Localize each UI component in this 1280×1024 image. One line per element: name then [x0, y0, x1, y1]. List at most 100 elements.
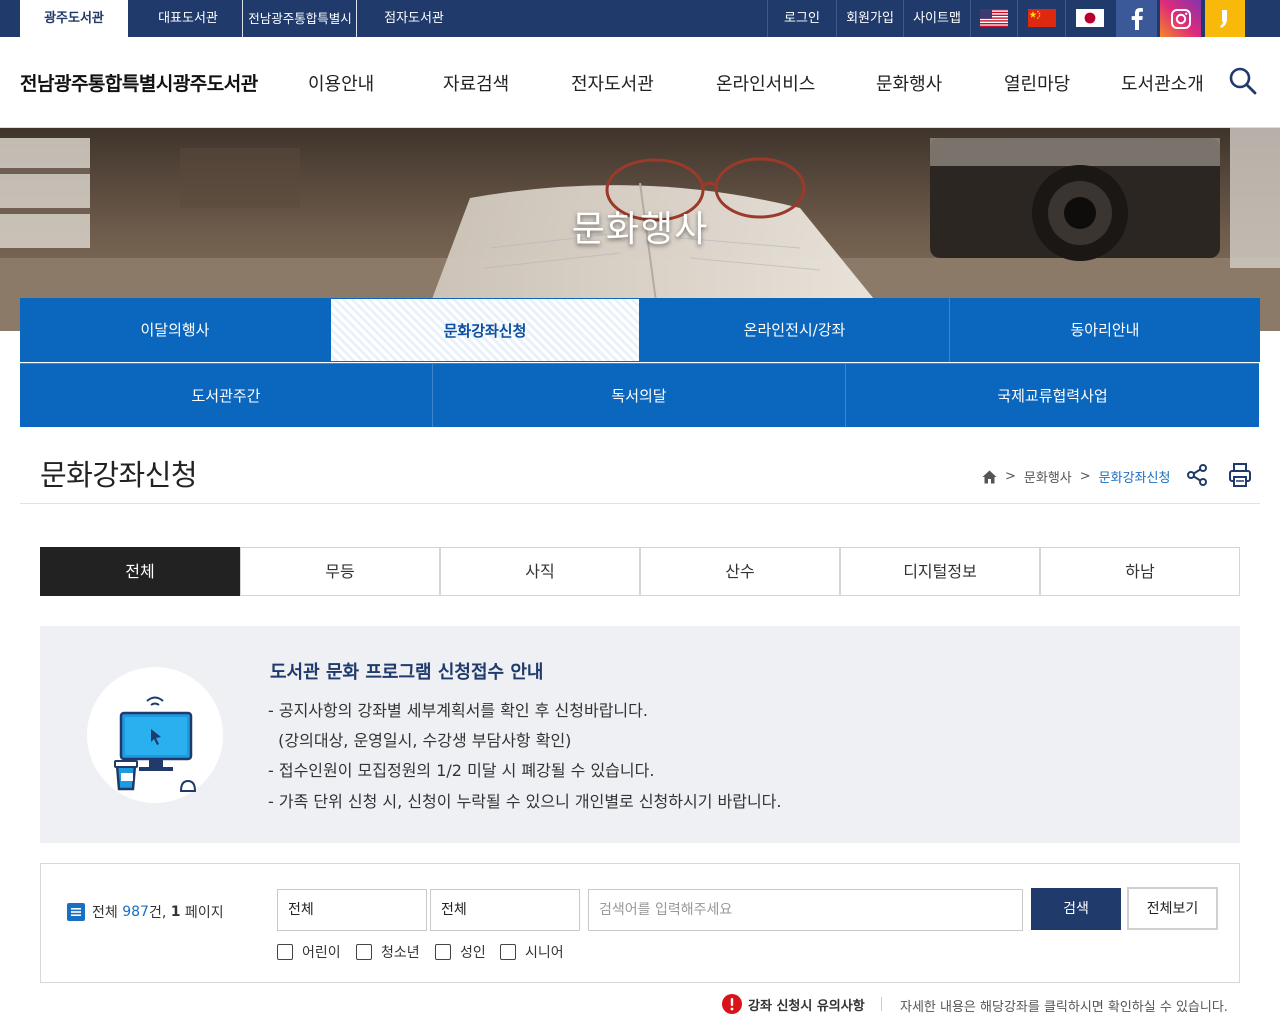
gnb-item-about-library[interactable]: 도서관소개: [1121, 70, 1204, 96]
divider: [1065, 0, 1066, 37]
banner-title: 문화행사: [571, 209, 709, 250]
page-title: 문화강좌신청: [40, 458, 198, 492]
warning-icon: [722, 994, 742, 1014]
sitemap-link[interactable]: 사이트맵: [904, 0, 970, 37]
gnb-item-culture-events[interactable]: 문화행사: [876, 70, 942, 96]
checkbox-children[interactable]: 어린이: [277, 942, 341, 962]
divider: [242, 0, 243, 37]
checkbox-senior[interactable]: 시니어: [500, 942, 564, 962]
instagram-link[interactable]: [1160, 0, 1201, 37]
instagram-icon: [1170, 8, 1191, 29]
notice-line: - 접수인원이 모집정원의 1/2 미달 시 폐강될 수 있습니다.: [268, 761, 655, 780]
checkbox-box[interactable]: [356, 944, 372, 960]
submenu-culture-lecture-apply[interactable]: 문화강좌신청: [330, 298, 640, 362]
gnb-item-usage[interactable]: 이용안내: [308, 70, 374, 96]
top-bar: 광주도서관 대표도서관 전남광주통합특별시 점자도서관 로그인 회원가입 사이트…: [0, 0, 1280, 37]
notice-line: - 가족 단위 신청 시, 신청이 누락될 수 있으니 개인별로 신청하시기 바…: [268, 792, 782, 811]
checkbox-label: 청소년: [381, 945, 420, 961]
checkbox-box[interactable]: [277, 944, 293, 960]
submenu-club-info[interactable]: 동아리안내: [950, 298, 1260, 362]
facebook-icon: [1131, 7, 1143, 30]
library-tab-braille[interactable]: 점자도서관: [358, 0, 470, 37]
checkbox-adult[interactable]: 성인: [435, 942, 486, 962]
notice-line: (강의대상, 운영일시, 수강생 부담사항 확인): [268, 731, 572, 750]
page-number: 1: [170, 904, 181, 920]
notice-line: - 공지사항의 강좌별 세부계획서를 확인 후 신청바랍니다.: [268, 701, 648, 720]
tab-digital-info[interactable]: 디지털정보: [840, 547, 1040, 596]
caution-notice: 강좌 신청시 유의사항: [722, 994, 882, 1014]
library-tab-gwangju[interactable]: 광주도서관: [20, 0, 128, 37]
breadcrumb-separator: >: [1079, 469, 1091, 484]
caution-description: 자세한 내용은 해당강좌를 클릭하시면 확인하실 수 있습니다.: [900, 1000, 1228, 1015]
facebook-link[interactable]: [1116, 0, 1157, 37]
checkbox-box[interactable]: [500, 944, 516, 960]
checkbox-label: 어린이: [302, 945, 341, 961]
language-japanese-button[interactable]: [1067, 5, 1113, 31]
view-all-button[interactable]: 전체보기: [1127, 887, 1218, 930]
search-button[interactable]: [1228, 66, 1258, 96]
printer-icon: [1229, 463, 1251, 487]
divider: [20, 503, 1260, 504]
kakao-story-link[interactable]: [1205, 0, 1245, 37]
notice-box: 도서관 문화 프로그램 신청접수 안내 - 공지사항의 강좌별 세부계획서를 확…: [40, 626, 1240, 843]
library-tab-integrated[interactable]: 전남광주통합특별시: [244, 0, 356, 37]
submenu-online-exhibition[interactable]: 온라인전시/강좌: [640, 298, 950, 362]
notice-illustration: [87, 667, 223, 803]
share-button[interactable]: [1185, 463, 1209, 487]
tab-mudeung[interactable]: 무등: [240, 547, 440, 596]
checkbox-label: 시니어: [525, 945, 564, 961]
breadcrumb-separator: >: [1005, 469, 1016, 484]
kakao-story-icon: [1220, 9, 1227, 28]
gnb-item-online-service[interactable]: 온라인서비스: [716, 70, 815, 96]
checkbox-youth[interactable]: 청소년: [356, 942, 420, 962]
page-label: 페이지: [180, 905, 224, 921]
field-select[interactable]: 전체: [430, 889, 580, 931]
us-flag-icon: [980, 9, 1008, 27]
submenu-library-week[interactable]: 도서관주간: [20, 363, 433, 427]
breadcrumb-item[interactable]: 문화행사: [1024, 467, 1072, 486]
result-count: 전체 987 건, 1 페이지: [67, 902, 224, 922]
language-english-button[interactable]: [972, 5, 1016, 31]
tab-sajik[interactable]: 사직: [440, 547, 640, 596]
language-chinese-button[interactable]: [1019, 5, 1065, 31]
login-link[interactable]: 로그인: [768, 0, 836, 37]
count-unit: 건,: [148, 905, 171, 921]
tab-sansu[interactable]: 산수: [640, 547, 840, 596]
count-label: 전체: [92, 905, 123, 921]
checkbox-label: 성인: [460, 945, 486, 961]
search-submit-button[interactable]: 검색: [1031, 888, 1121, 930]
gnb-item-open-forum[interactable]: 열린마당: [1004, 70, 1070, 96]
list-icon: [67, 903, 85, 921]
site-header: 전남광주통합특별시광주도서관 이용안내 자료검색 전자도서관 온라인서비스 문화…: [0, 37, 1280, 128]
count-value: 987: [122, 904, 149, 920]
library-tab-main[interactable]: 대표도서관: [134, 0, 242, 37]
signup-link[interactable]: 회원가입: [837, 0, 903, 37]
notice-title: 도서관 문화 프로그램 신청접수 안내: [270, 662, 544, 683]
divider: [356, 0, 357, 37]
tab-hanam[interactable]: 하남: [1040, 547, 1240, 596]
site-logo[interactable]: 전남광주통합특별시광주도서관: [20, 69, 258, 96]
gnb-item-e-library[interactable]: 전자도서관: [571, 70, 654, 96]
checkbox-box[interactable]: [435, 944, 451, 960]
divider: [880, 997, 882, 1011]
print-button[interactable]: [1228, 462, 1252, 488]
gnb-item-search-materials[interactable]: 자료검색: [443, 70, 509, 96]
search-input[interactable]: [588, 889, 1023, 931]
breadcrumb-current: 문화강좌신청: [1098, 471, 1171, 486]
breadcrumb: > 문화행사 > 문화강좌신청: [982, 467, 1170, 486]
submenu-reading-month[interactable]: 독서의달: [433, 363, 846, 427]
category-select[interactable]: 전체: [277, 889, 427, 931]
share-icon: [1187, 464, 1207, 486]
search-panel: 전체 987 건, 1 페이지 전체 전체 검색 전체보기 어린이 청소년 성인…: [40, 863, 1240, 983]
computer-icon: [114, 696, 197, 792]
search-icon: [1229, 67, 1257, 95]
divider: [970, 0, 971, 37]
submenu-monthly-events[interactable]: 이달의행사: [20, 298, 330, 362]
china-flag-icon: [1028, 9, 1056, 27]
tab-all[interactable]: 전체: [40, 547, 240, 596]
submenu-international-exchange[interactable]: 국제교류협력사업: [846, 363, 1259, 427]
divider: [1017, 0, 1018, 37]
japan-flag-icon: [1076, 9, 1104, 27]
caution-label: 강좌 신청시 유의사항: [748, 998, 865, 1014]
home-icon[interactable]: [982, 470, 997, 484]
